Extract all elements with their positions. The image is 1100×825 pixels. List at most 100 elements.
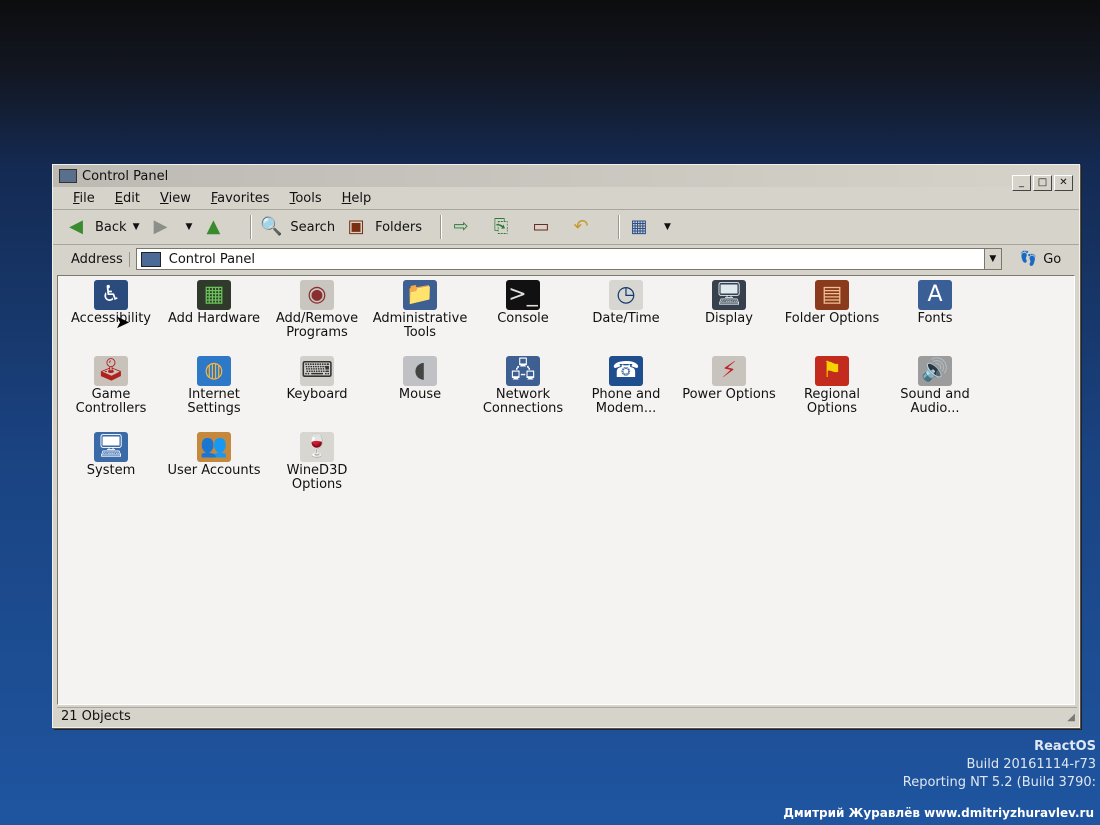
- undo-button[interactable]: ↶: [570, 217, 600, 237]
- phone-icon: ☎: [609, 356, 643, 386]
- wine-icon: 🍷: [300, 432, 334, 462]
- close-button[interactable]: ✕: [1054, 175, 1073, 191]
- monitor-icon: 🖥: [712, 280, 746, 310]
- address-dropdown-button[interactable]: ▼: [983, 249, 1001, 269]
- go-icon: 👣: [1019, 251, 1038, 267]
- views-icon: ▦: [630, 216, 648, 237]
- folders-button[interactable]: ▣ Folders: [345, 217, 422, 237]
- toolbar: ◀ Back ▼ ▶ ▼ ▲ 🔍 Search ▣ Folders ⇨ ⎘ ▭ …: [53, 210, 1079, 245]
- move-to-button[interactable]: ⇨: [450, 217, 480, 237]
- back-button[interactable]: ◀ Back ▼: [65, 217, 139, 237]
- control-panel-item[interactable]: ♿ Accessibility: [60, 280, 162, 326]
- menu-help[interactable]: Help: [342, 191, 372, 206]
- search-label: Search: [290, 219, 336, 235]
- move-to-icon: ⇨: [453, 216, 469, 237]
- console-icon: >_: [506, 280, 540, 310]
- address-input[interactable]: Control Panel ▼: [135, 248, 1002, 270]
- control-panel-item[interactable]: ◉ Add/Remove Programs: [266, 280, 368, 340]
- copy-to-button[interactable]: ⎘: [490, 217, 520, 237]
- control-panel-item[interactable]: >_ Console: [472, 280, 574, 326]
- window-title: Control Panel: [82, 168, 169, 184]
- admin-tools-icon: 📁: [403, 280, 437, 310]
- back-label: Back: [95, 219, 127, 235]
- build-string: Build 20161114-r73: [966, 757, 1096, 772]
- item-label: WineD3D Options: [286, 463, 348, 492]
- folder-options-icon: ▤: [815, 280, 849, 310]
- menu-edit[interactable]: Edit: [115, 191, 140, 206]
- watermark: Дмитрий Журавлёв www.dmitriyzhuravlev.ru: [783, 806, 1094, 820]
- status-bar: 21 Objects: [57, 707, 1077, 725]
- resize-grip-icon[interactable]: ◢: [1067, 712, 1075, 723]
- control-panel-item[interactable]: 📁 Administrative Tools: [369, 280, 471, 340]
- item-label: Console: [497, 311, 549, 326]
- control-panel-item[interactable]: ⌨ Keyboard: [266, 356, 368, 402]
- control-panel-item[interactable]: ☎ Phone and Modem...: [575, 356, 677, 416]
- item-label: Mouse: [398, 387, 442, 402]
- control-panel-icon: [59, 169, 77, 183]
- item-label: Keyboard: [286, 387, 348, 402]
- item-label: Power Options: [682, 387, 776, 402]
- internet-icon: ◍: [197, 356, 231, 386]
- chevron-down-icon[interactable]: ▼: [664, 222, 671, 232]
- control-panel-item[interactable]: ⚡ Power Options: [678, 356, 780, 402]
- item-label: Sound and Audio...: [900, 387, 970, 416]
- address-value: Control Panel: [168, 251, 255, 267]
- folders-icon: ▣: [347, 216, 365, 237]
- forward-button[interactable]: ▶ ▼: [149, 216, 193, 237]
- item-label: Display: [705, 311, 753, 326]
- control-panel-item[interactable]: ▦ Add Hardware: [163, 280, 265, 326]
- control-panel-item[interactable]: 👥 User Accounts: [163, 432, 265, 478]
- control-panel-item[interactable]: 🖥 System: [60, 432, 162, 478]
- delete-button[interactable]: ▭: [530, 217, 560, 237]
- control-panel-item[interactable]: 🕹 Game Controllers: [60, 356, 162, 416]
- control-panel-item[interactable]: ⚑ Regional Options: [781, 356, 883, 416]
- flags-icon: ⚑: [815, 356, 849, 386]
- chevron-down-icon[interactable]: ▼: [133, 222, 140, 232]
- search-button[interactable]: 🔍 Search: [260, 217, 335, 237]
- item-label: System: [86, 463, 136, 478]
- go-button[interactable]: 👣 Go: [1020, 251, 1061, 267]
- go-label: Go: [1043, 251, 1062, 267]
- cd-install-icon: ◉: [300, 280, 334, 310]
- up-button[interactable]: ▲: [202, 217, 232, 237]
- item-label: Network Connections: [482, 387, 564, 416]
- up-arrow-icon: ▲: [206, 216, 221, 237]
- control-panel-item[interactable]: 🖥 Display: [678, 280, 780, 326]
- status-text: 21 Objects: [61, 709, 131, 724]
- menu-bar: File Edit View Favorites Tools Help: [53, 187, 1079, 210]
- control-panel-item[interactable]: ◷ Date/Time: [575, 280, 677, 326]
- users-icon: 👥: [197, 432, 231, 462]
- item-label: Regional Options: [803, 387, 861, 416]
- item-label: Accessibility: [71, 311, 151, 326]
- item-label: Administrative Tools: [372, 311, 468, 340]
- item-label: Date/Time: [592, 311, 660, 326]
- forward-arrow-icon: ▶: [153, 216, 168, 237]
- control-panel-item[interactable]: 🍷 WineD3D Options: [266, 432, 368, 492]
- system-icon: 🖥: [94, 432, 128, 462]
- keyboard-icon: ⌨: [300, 356, 334, 386]
- search-icon: 🔍: [260, 216, 283, 237]
- item-label: Folder Options: [784, 311, 880, 326]
- item-label: User Accounts: [167, 463, 261, 478]
- menu-tools[interactable]: Tools: [290, 191, 322, 206]
- menu-view[interactable]: View: [160, 191, 191, 206]
- hardware-icon: ▦: [197, 280, 231, 310]
- menu-file[interactable]: File: [73, 191, 95, 206]
- control-panel-item[interactable]: ◖ Mouse: [369, 356, 471, 402]
- menu-favorites[interactable]: Favorites: [211, 191, 270, 206]
- control-panel-item[interactable]: ▤ Folder Options: [781, 280, 883, 326]
- control-panel-item[interactable]: ◍ Internet Settings: [163, 356, 265, 416]
- control-panel-item[interactable]: 🖧 Network Connections: [472, 356, 574, 416]
- control-panel-item[interactable]: A Fonts: [884, 280, 986, 326]
- delete-icon: ▭: [532, 216, 550, 237]
- maximize-button[interactable]: □: [1033, 175, 1052, 191]
- accessibility-icon: ♿: [94, 280, 128, 310]
- control-panel-item[interactable]: 🔊 Sound and Audio...: [884, 356, 986, 416]
- folders-label: Folders: [375, 219, 423, 235]
- minimize-button[interactable]: _: [1012, 175, 1031, 191]
- item-label: Game Controllers: [75, 387, 147, 416]
- views-button[interactable]: ▦ ▼: [628, 217, 671, 237]
- title-bar[interactable]: Control Panel _ □ ✕: [53, 165, 1079, 191]
- folder-icon: [140, 251, 161, 267]
- chevron-down-icon[interactable]: ▼: [185, 222, 192, 232]
